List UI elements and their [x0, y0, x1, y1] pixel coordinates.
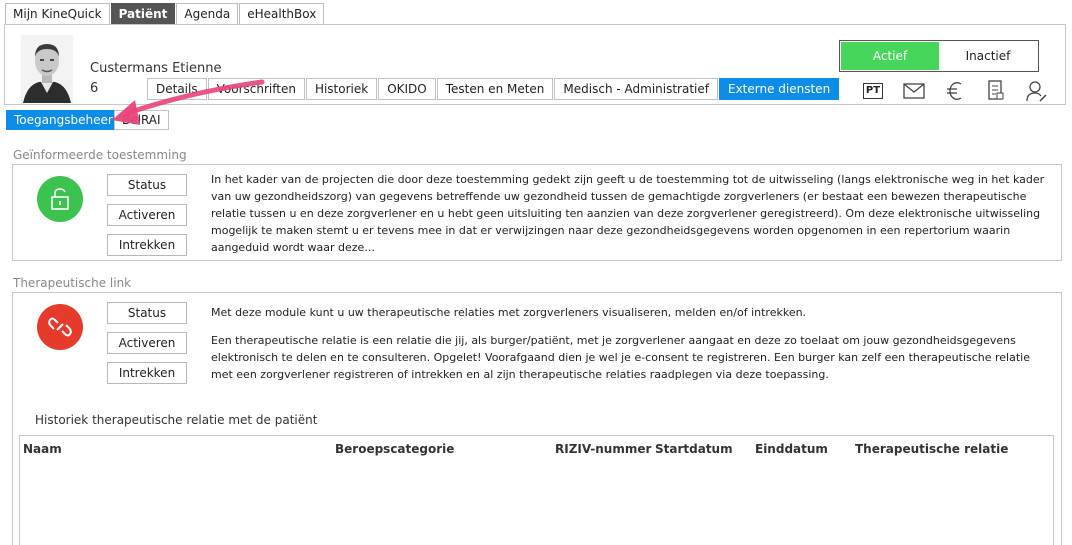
- column-header-naam[interactable]: Naam: [23, 442, 62, 456]
- consent-activate-button[interactable]: Activeren: [107, 204, 187, 226]
- sub-tabs-bar: Toegangsbeheer BelRAI: [4, 104, 1066, 132]
- link-activate-button[interactable]: Activeren: [107, 332, 187, 354]
- top-nav: Mijn KineQuick Patiënt Agenda eHealthBox: [5, 3, 325, 25]
- header-icon-row: PT: [860, 80, 1065, 102]
- user-edit-icon[interactable]: [1024, 80, 1050, 102]
- informed-consent-panel: Status Activeren Intrekken In het kader …: [12, 164, 1062, 261]
- top-tab-agenda[interactable]: Agenda: [176, 3, 239, 25]
- patient-avatar: [21, 35, 73, 103]
- status-toggle: Actief Inactief: [839, 40, 1039, 72]
- tab-externe-diensten[interactable]: Externe diensten: [719, 78, 840, 100]
- column-header-therapeutische-relatie[interactable]: Therapeutische relatie: [855, 442, 1008, 456]
- top-tab-patient[interactable]: Patiënt: [110, 3, 176, 25]
- column-header-beroepscategorie[interactable]: Beroepscategorie: [335, 442, 454, 456]
- mail-icon[interactable]: [901, 80, 927, 102]
- link-revoke-button[interactable]: Intrekken: [107, 362, 187, 384]
- consent-status-button[interactable]: Status: [107, 174, 187, 196]
- tab-voorschriften[interactable]: Voorschriften: [207, 78, 305, 100]
- patient-header: Custermans Etienne 6 Details Voorschrift…: [4, 24, 1066, 104]
- top-tab-mijn-kinequick[interactable]: Mijn KineQuick: [5, 3, 110, 25]
- therapeutic-link-title: Therapeutische link: [13, 276, 132, 290]
- tab-okido[interactable]: OKIDO: [378, 78, 436, 100]
- status-inactive-option[interactable]: Inactief: [939, 42, 1037, 70]
- patient-tabs: Details Voorschriften Historiek OKIDO Te…: [147, 78, 840, 100]
- tab-testen-en-meten[interactable]: Testen en Meten: [436, 78, 554, 100]
- document-icon[interactable]: [983, 80, 1009, 102]
- tab-historiek[interactable]: Historiek: [305, 78, 378, 100]
- history-title: Historiek therapeutische relatie met de …: [35, 413, 318, 427]
- tab-details[interactable]: Details: [147, 78, 207, 100]
- link-status-button[interactable]: Status: [107, 302, 187, 324]
- column-header-einddatum[interactable]: Einddatum: [755, 442, 828, 456]
- link-description-1: Met deze module kunt u uw therapeutische…: [211, 306, 807, 319]
- subtab-belrai[interactable]: BelRAI: [114, 110, 169, 130]
- consent-revoke-button[interactable]: Intrekken: [107, 234, 187, 256]
- tab-medisch-administratief[interactable]: Medisch - Administratief: [554, 78, 718, 100]
- patient-number: 6: [90, 81, 99, 96]
- broken-link-icon: [37, 304, 83, 350]
- pt-icon[interactable]: PT: [860, 80, 886, 102]
- pt-label: PT: [862, 83, 884, 99]
- column-header-startdatum[interactable]: Startdatum: [655, 442, 733, 456]
- euro-icon[interactable]: [942, 80, 968, 102]
- informed-consent-title: Geïnformeerde toestemming: [13, 148, 187, 162]
- unlock-icon: [37, 176, 83, 222]
- column-header-riziv-nummer[interactable]: RIZIV-nummer: [555, 442, 651, 456]
- consent-description: In het kader van de projecten die door d…: [211, 173, 1045, 254]
- history-table: Naam Beroepscategorie RIZIV-nummer Start…: [19, 435, 1054, 545]
- status-active-option[interactable]: Actief: [841, 42, 939, 70]
- link-description-2: Een therapeutische relatie is een relati…: [211, 334, 1030, 381]
- top-tab-ehealthbox[interactable]: eHealthBox: [239, 3, 325, 25]
- patient-name: Custermans Etienne: [90, 61, 222, 76]
- subtab-toegangsbeheer[interactable]: Toegangsbeheer: [6, 110, 121, 130]
